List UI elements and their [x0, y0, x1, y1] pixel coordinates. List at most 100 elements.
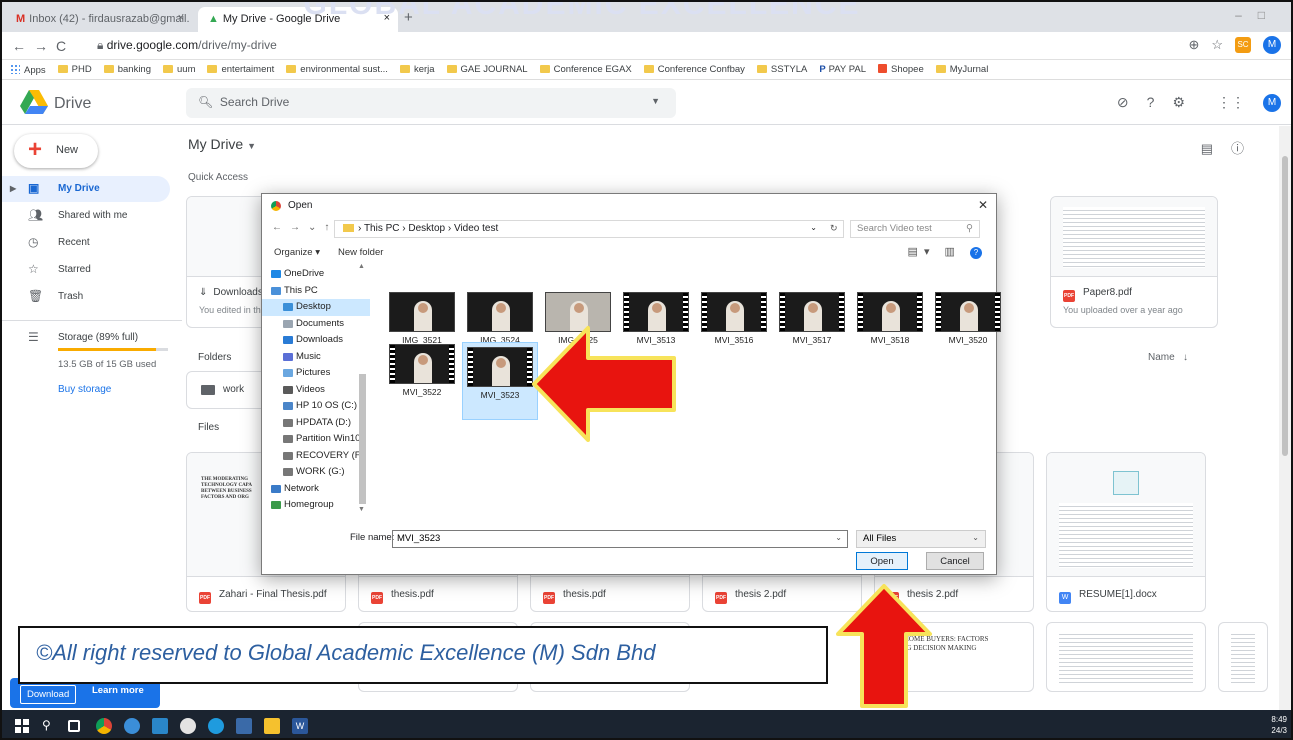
tab-gmail[interactable]: M Inbox (42) - firdausrazab@gmail. × [6, 7, 192, 32]
bookmark-item[interactable]: kerja [399, 64, 435, 75]
nav-buttons[interactable]: ←→C [12, 38, 74, 54]
file-item[interactable]: MVI_3516 [696, 292, 772, 345]
tree-item[interactable]: Downloads [262, 332, 370, 349]
tree-scrollbar-thumb[interactable] [359, 374, 366, 504]
preview-pane-icon[interactable]: ▥ [945, 246, 961, 258]
search-icon[interactable]: ⚲ [42, 718, 58, 734]
page-scrollbar[interactable] [1279, 126, 1291, 710]
learn-more-link[interactable]: Learn more [92, 685, 144, 696]
task-view-icon[interactable] [68, 720, 80, 732]
quick-access-card[interactable]: PDF Paper8.pdf You uploaded over a year a… [1050, 196, 1218, 328]
expand-caret-icon[interactable]: ▶ [10, 184, 16, 193]
path-dropdown-icon[interactable]: ⌄ [810, 223, 817, 232]
scroll-down-icon[interactable]: ▼ [358, 506, 365, 513]
app-taskbar-icon[interactable] [236, 718, 252, 734]
help-icon[interactable]: ? [970, 247, 982, 259]
file-type-select[interactable]: All Files ⌄ [856, 530, 986, 548]
page-scrollbar-thumb[interactable] [1282, 156, 1288, 456]
system-clock[interactable]: 8:49 24/3 [1271, 714, 1287, 736]
storage-label[interactable]: Storage (89% full) [58, 332, 138, 343]
store-taskbar-icon[interactable] [152, 718, 168, 734]
open-button[interactable]: Open [856, 552, 908, 570]
chevron-down-icon[interactable]: ⌄ [835, 533, 842, 542]
info-icon[interactable]: ⓘ [1231, 141, 1262, 156]
url-field[interactable]: 🔒︎ drive.google.com/drive/my-drive [97, 38, 277, 53]
file-card[interactable] [1046, 622, 1206, 692]
download-button[interactable]: Download [20, 685, 77, 704]
tree-item[interactable]: OneDrive [262, 266, 370, 283]
bookmark-item[interactable]: uum [163, 64, 195, 75]
search-options-icon[interactable]: ▼ [651, 96, 660, 106]
windows-start-icon[interactable] [14, 718, 30, 734]
file-card[interactable]: W RESUME[1].docx [1046, 452, 1206, 612]
bookmark-item[interactable]: Conference EGAX [539, 64, 632, 75]
chrome-taskbar-icon[interactable] [96, 718, 112, 734]
bookmark-item[interactable]: MyJurnal [935, 64, 988, 75]
bookmark-item[interactable]: banking [103, 64, 151, 75]
file-item[interactable]: IMG_3524 [462, 292, 538, 345]
sidebar-item-starred[interactable]: ☆ Starred [2, 257, 170, 283]
tree-item[interactable]: Desktop [262, 299, 370, 316]
app-taskbar-icon[interactable] [180, 718, 196, 734]
dialog-close-icon[interactable]: ✕ [978, 198, 988, 212]
path-segment[interactable]: This PC [364, 223, 400, 234]
bookmark-item[interactable]: P PAY PAL [819, 64, 866, 75]
tree-item[interactable]: Documents [262, 316, 370, 333]
apps-grid-icon[interactable]: ⋮⋮ [1217, 94, 1245, 112]
search-input[interactable]: 🔍︎ Search Drive ▼ [186, 88, 676, 118]
word-taskbar-icon[interactable]: W [292, 718, 308, 734]
tree-item[interactable]: Videos [262, 382, 370, 399]
bookmark-item[interactable]: entertaiment [207, 64, 274, 75]
sidebar-item-recent[interactable]: ◷ Recent [2, 230, 170, 256]
star-bookmark-icon[interactable]: ☆ [1211, 37, 1223, 53]
tree-scrollbar[interactable]: ▲ ▼ [358, 263, 367, 514]
tree-item[interactable]: HPDATA (D:) [262, 415, 370, 432]
tree-item[interactable]: Pictures [262, 365, 370, 382]
bookmark-item[interactable]: PHD [57, 64, 92, 75]
file-item[interactable]: MVI_3518 [852, 292, 928, 345]
offline-icon[interactable]: ⊘ [1117, 94, 1129, 112]
file-explorer-taskbar-icon[interactable] [264, 718, 280, 734]
buy-storage-link[interactable]: Buy storage [58, 384, 111, 395]
file-item[interactable]: MVI_3522 [384, 344, 460, 397]
dialog-search-input[interactable]: Search Video test ⚲ [850, 220, 980, 238]
bookmark-item[interactable]: environmental sust... [286, 64, 388, 75]
telegram-taskbar-icon[interactable] [208, 718, 224, 734]
sidebar-item-shared[interactable]: 👥︎ Shared with me [2, 203, 170, 229]
tree-item[interactable]: Partition Win10 . [262, 431, 370, 448]
organize-button[interactable]: Organize ▾ [274, 247, 320, 258]
scroll-up-icon[interactable]: ▲ [358, 263, 365, 270]
dialog-nav-arrows[interactable]: ←→⌄↑ [272, 222, 337, 233]
window-controls[interactable]: –□ [1235, 8, 1281, 22]
extension-icon[interactable]: SC [1235, 37, 1251, 53]
tree-item[interactable]: This PC [262, 283, 370, 300]
zoom-icon[interactable]: ⊕ [1188, 37, 1199, 53]
path-segment[interactable]: Video test [454, 223, 498, 234]
edge-taskbar-icon[interactable] [124, 718, 140, 734]
new-folder-button[interactable]: New folder [338, 247, 383, 258]
change-view-icon[interactable]: ▤▾ [908, 246, 936, 258]
cancel-button[interactable]: Cancel [926, 552, 984, 570]
sort-by-name[interactable]: Name ↓ [1148, 352, 1188, 363]
tree-item[interactable]: Homegroup [262, 497, 370, 514]
new-button[interactable]: + New [14, 134, 98, 168]
tree-item[interactable]: HP 10 OS (C:) [262, 398, 370, 415]
tree-item[interactable]: Network [262, 481, 370, 498]
account-avatar[interactable]: M [1263, 94, 1281, 112]
tree-item[interactable]: Music [262, 349, 370, 366]
tree-item[interactable]: WORK (G:) [262, 464, 370, 481]
sidebar-item-my-drive[interactable]: ▶ ▣ My Drive [2, 176, 170, 202]
dialog-path-bar[interactable]: › This PC › Desktop › Video test ⌄ [334, 220, 844, 238]
file-card[interactable] [1218, 622, 1268, 692]
file-name-input[interactable]: MVI_3523 ⌄ [392, 530, 848, 548]
file-item[interactable]: MVI_3523 [462, 342, 538, 420]
path-segment[interactable]: Desktop [408, 223, 445, 234]
settings-gear-icon[interactable]: ⚙ [1172, 94, 1185, 112]
bookmark-item[interactable]: Apps [10, 63, 46, 76]
bookmark-item[interactable]: SSTYLA [756, 64, 807, 75]
sidebar-item-trash[interactable]: 🗑︎ Trash [2, 284, 170, 310]
file-item[interactable]: IMG_3521 [384, 292, 460, 345]
bookmark-item[interactable]: Conference Confbay [643, 64, 745, 75]
list-view-icon[interactable]: ▤ [1201, 141, 1231, 156]
profile-avatar[interactable]: M [1263, 36, 1281, 54]
